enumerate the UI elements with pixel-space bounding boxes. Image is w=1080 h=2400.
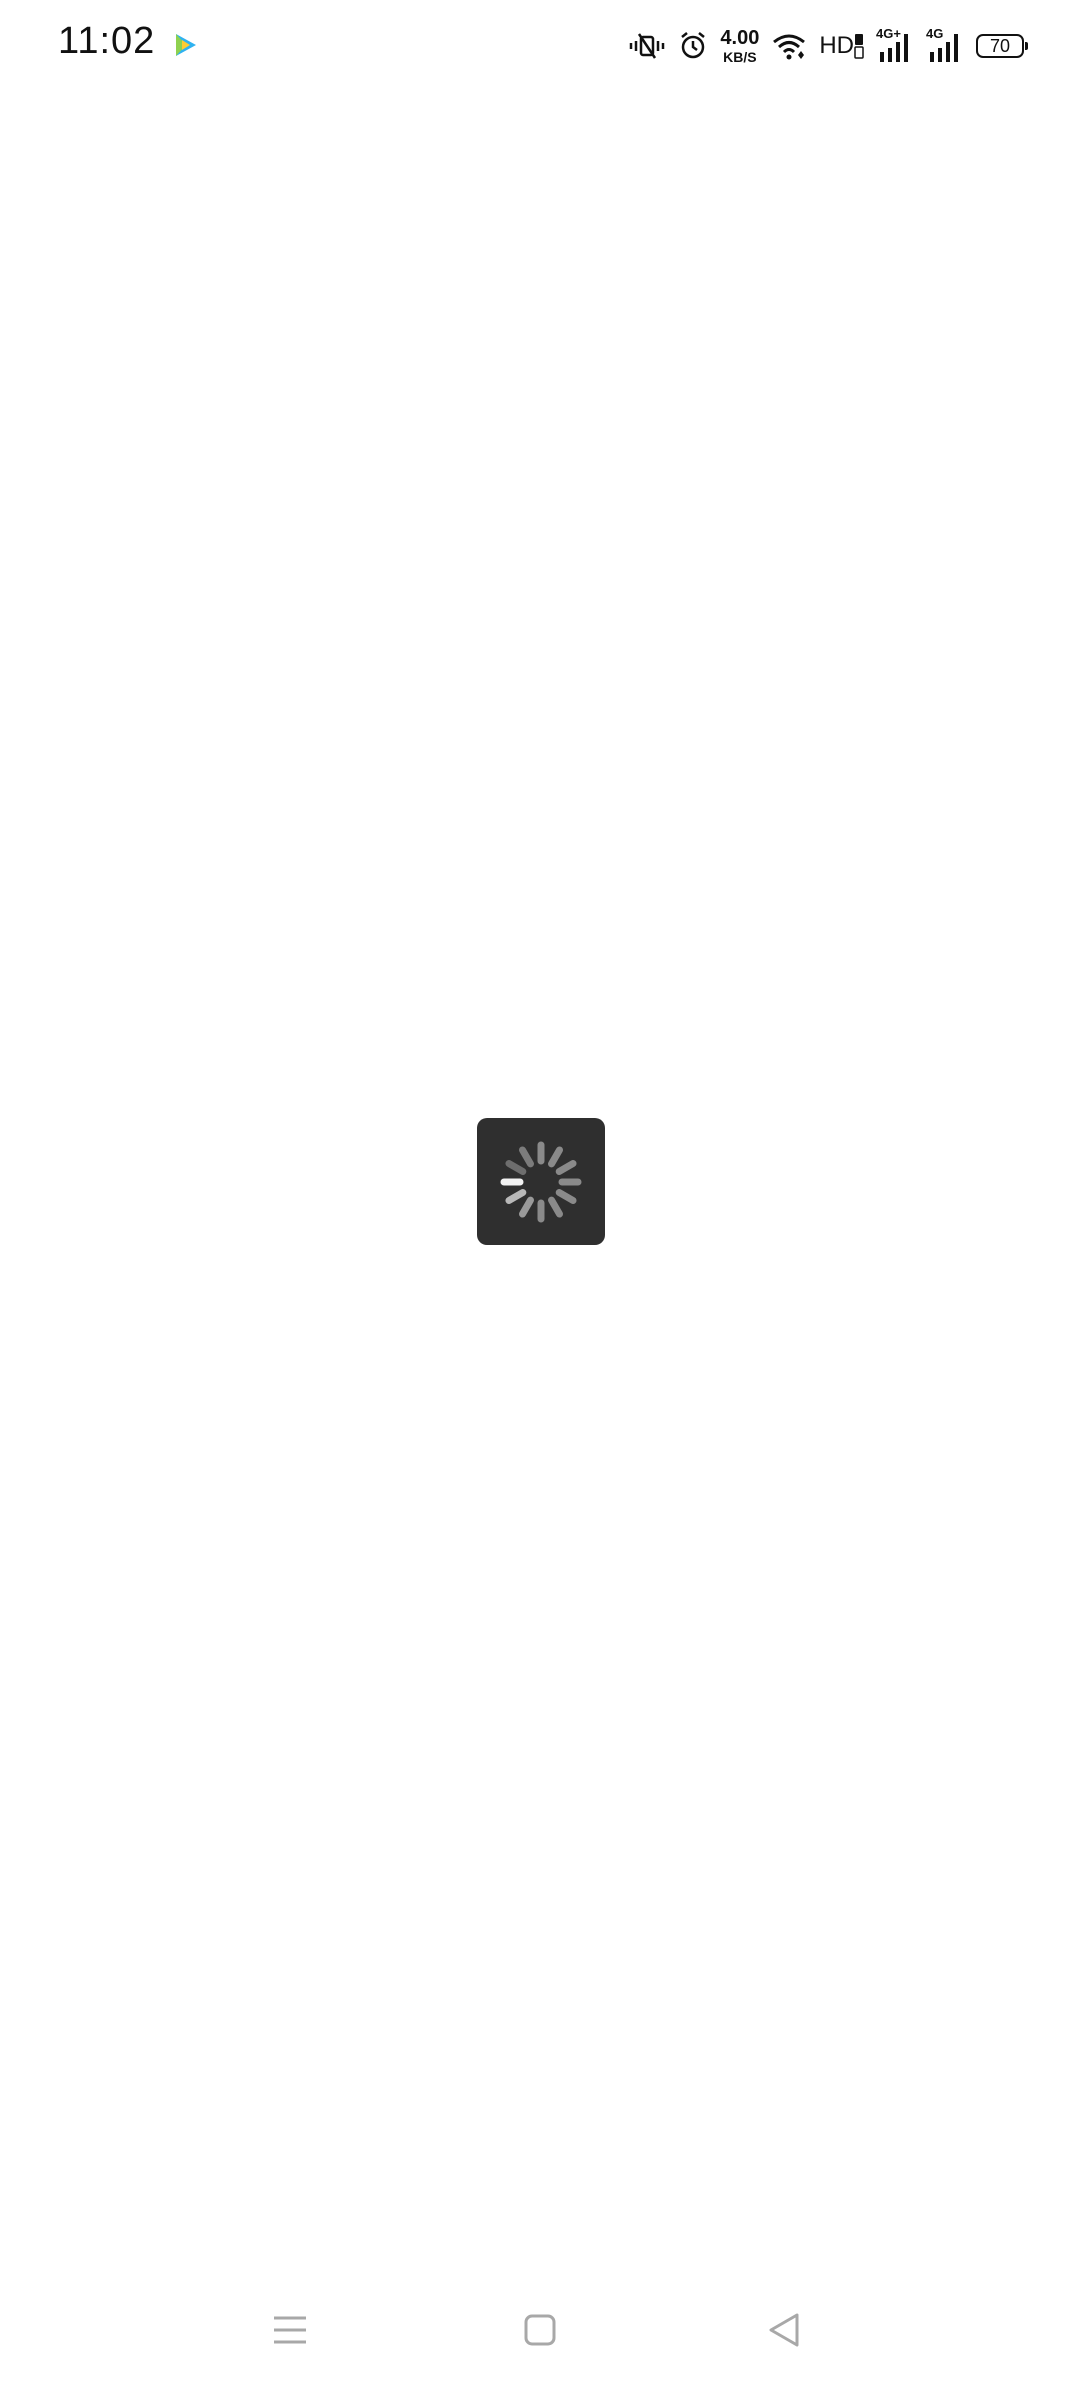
video-app-notification-icon — [170, 30, 200, 60]
navigation-bar — [0, 2270, 1080, 2400]
hd-volte-icon: HD — [819, 32, 864, 60]
network-speed-unit: KB/S — [723, 49, 757, 65]
network-speed: 4.00 KB/S — [720, 28, 759, 64]
screen: 11:02 4.00 KB/S HD 4G+ 4G 70 — [0, 0, 1080, 2400]
battery-level: 70 — [989, 35, 1011, 56]
status-time: 11:02 — [58, 20, 156, 62]
spinner-icon — [500, 1141, 582, 1222]
alarm-icon — [678, 31, 708, 61]
menu-icon[interactable] — [260, 2300, 320, 2360]
network-speed-value: 4.00 — [720, 27, 760, 49]
loading-dialog — [477, 1118, 605, 1245]
status-icons: 4.00 KB/S HD 4G+ 4G 70 — [628, 22, 1028, 70]
status-bar: 11:02 4.00 KB/S HD 4G+ 4G 70 — [0, 0, 1080, 92]
home-icon[interactable] — [510, 2300, 570, 2360]
sim1-signal: 4G+ — [876, 26, 914, 64]
wifi-icon — [771, 31, 807, 61]
back-icon[interactable] — [755, 2300, 815, 2360]
hd-label: HD — [819, 32, 854, 59]
battery-icon: 70 — [976, 34, 1028, 58]
sim2-signal: 4G — [926, 26, 964, 64]
vibrate-mode-icon — [628, 31, 666, 61]
